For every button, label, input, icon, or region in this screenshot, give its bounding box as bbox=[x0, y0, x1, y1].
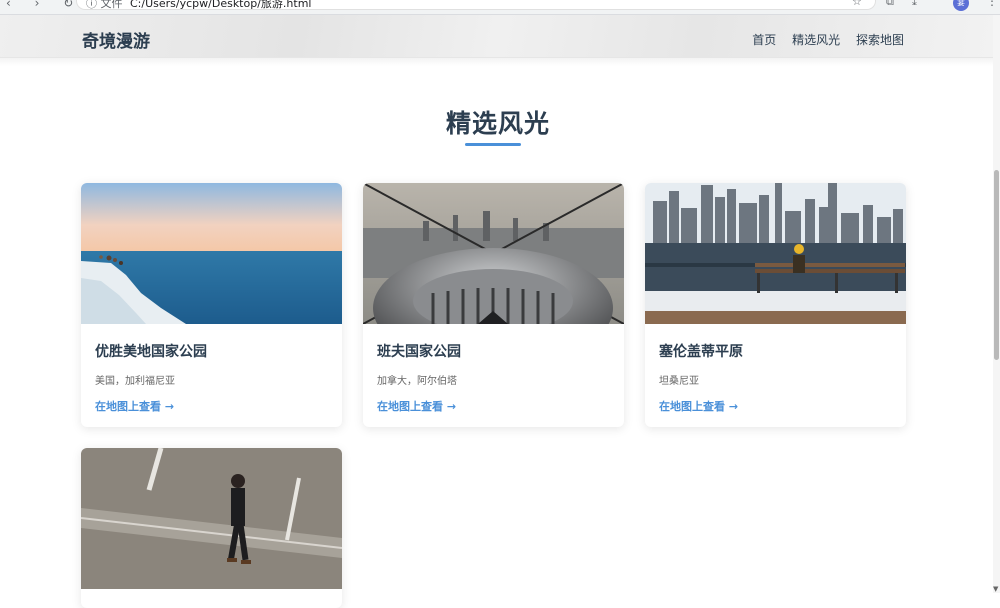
card-location: 加拿大，阿尔伯塔 bbox=[377, 376, 457, 387]
site-logo-text[interactable]: 奇境漫游 bbox=[82, 27, 150, 52]
browser-menu-icon[interactable]: ⋮ bbox=[986, 0, 998, 8]
view-on-map-link[interactable]: 在地图上查看 → bbox=[659, 398, 738, 414]
nav-link-featured[interactable]: 精选风光 bbox=[792, 33, 840, 47]
destination-card[interactable]: 塞伦盖蒂平原 坦桑尼亚 在地图上查看 → bbox=[645, 183, 906, 427]
site-header: 奇境漫游 首页 精选风光 探索地图 bbox=[0, 15, 996, 58]
page-scrollbar[interactable]: ▼ bbox=[993, 15, 1000, 593]
download-icon[interactable]: ⤓ bbox=[912, 0, 917, 9]
header-divider bbox=[0, 58, 996, 66]
view-on-map-link[interactable]: 在地图上查看 → bbox=[377, 398, 456, 414]
card-location: 美国，加利福尼亚 bbox=[95, 376, 175, 387]
view-on-map-link[interactable]: 在地图上查看 → bbox=[95, 398, 174, 414]
nav-link-home[interactable]: 首页 bbox=[752, 33, 776, 47]
scrollbar-thumb[interactable] bbox=[994, 170, 999, 360]
site-nav: 首页 精选风光 探索地图 bbox=[740, 31, 904, 48]
destination-card[interactable]: 优胜美地国家公园 美国，加利福尼亚 在地图上查看 → bbox=[81, 183, 342, 427]
title-underline bbox=[465, 143, 521, 146]
card-title: 塞伦盖蒂平原 bbox=[659, 344, 743, 360]
card-location: 坦桑尼亚 bbox=[659, 376, 699, 387]
scroll-down-icon[interactable]: ▼ bbox=[993, 585, 998, 593]
url-text[interactable]: C:/Users/ycpw/Desktop/旅游.html bbox=[130, 0, 311, 11]
sea-cliff-photo bbox=[81, 183, 342, 324]
destination-card[interactable]: 班夫国家公园 加拿大，阿尔伯塔 在地图上查看 → bbox=[363, 183, 624, 427]
browser-toolbar: ‹ › ↻ ⓘ 文件 C:/Users/ycpw/Desktop/旅游.html… bbox=[0, 0, 1000, 15]
city-skyline-bench-photo bbox=[645, 183, 906, 324]
destination-card[interactable] bbox=[81, 448, 342, 608]
card-title: 班夫国家公园 bbox=[377, 344, 461, 360]
card-title: 优胜美地国家公园 bbox=[95, 344, 207, 360]
man-walking-street-photo bbox=[81, 448, 342, 589]
address-bar[interactable]: ⓘ 文件 C:/Users/ycpw/Desktop/旅游.html bbox=[76, 0, 876, 10]
bookmark-star-icon[interactable]: ☆ bbox=[852, 0, 862, 8]
section-title: 精选风光 bbox=[445, 109, 550, 138]
extensions-icon[interactable]: ⧉ bbox=[886, 0, 894, 9]
nav-link-map[interactable]: 探索地图 bbox=[856, 33, 904, 47]
browser-nav-buttons[interactable]: ‹ › ↻ bbox=[6, 0, 83, 10]
site-info-label[interactable]: ⓘ 文件 bbox=[86, 0, 123, 11]
profile-avatar[interactable]: 宴 bbox=[953, 0, 969, 11]
observatory-view-photo bbox=[363, 183, 624, 324]
